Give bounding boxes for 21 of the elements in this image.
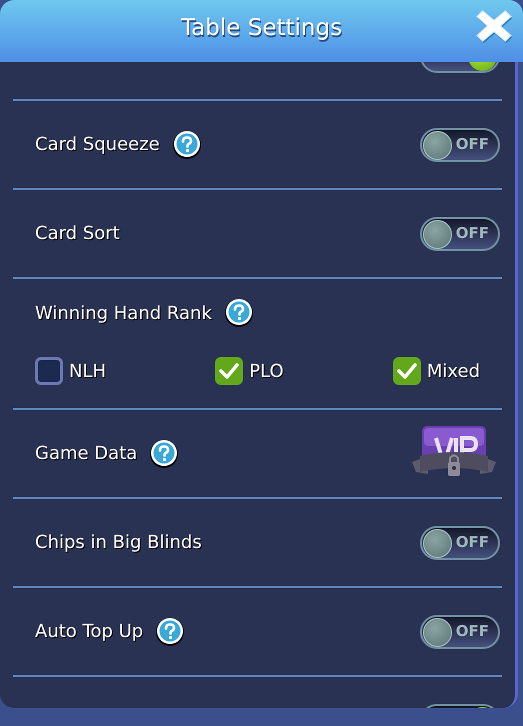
- toggle-switch[interactable]: OFF: [420, 216, 500, 250]
- option-label: NLH: [69, 360, 106, 382]
- setting-label: Game Data: [35, 443, 138, 464]
- toggle-switch[interactable]: OFF: [420, 614, 500, 648]
- help-icon[interactable]: [149, 438, 180, 468]
- toggle-switch[interactable]: OFF: [420, 128, 500, 162]
- setting-label: Winning Hand Rank: [35, 302, 212, 324]
- setting-label: Card Sort: [35, 223, 120, 244]
- checkbox[interactable]: [35, 357, 63, 385]
- setting-label: Auto Top Up: [35, 621, 144, 642]
- help-icon[interactable]: [224, 298, 254, 328]
- option-label: Mixed: [426, 360, 480, 382]
- help-icon[interactable]: [155, 616, 186, 646]
- option-label: PLO: [249, 360, 284, 382]
- window-title: Table Settings: [180, 15, 342, 41]
- toggle-switch[interactable]: OFF: [420, 526, 500, 560]
- setting-label: Chips in Big Blinds: [35, 532, 202, 553]
- setting-label: Card Squeeze: [35, 134, 160, 155]
- help-icon[interactable]: [172, 130, 202, 160]
- checkbox[interactable]: [392, 357, 421, 385]
- checkbox[interactable]: [215, 357, 244, 385]
